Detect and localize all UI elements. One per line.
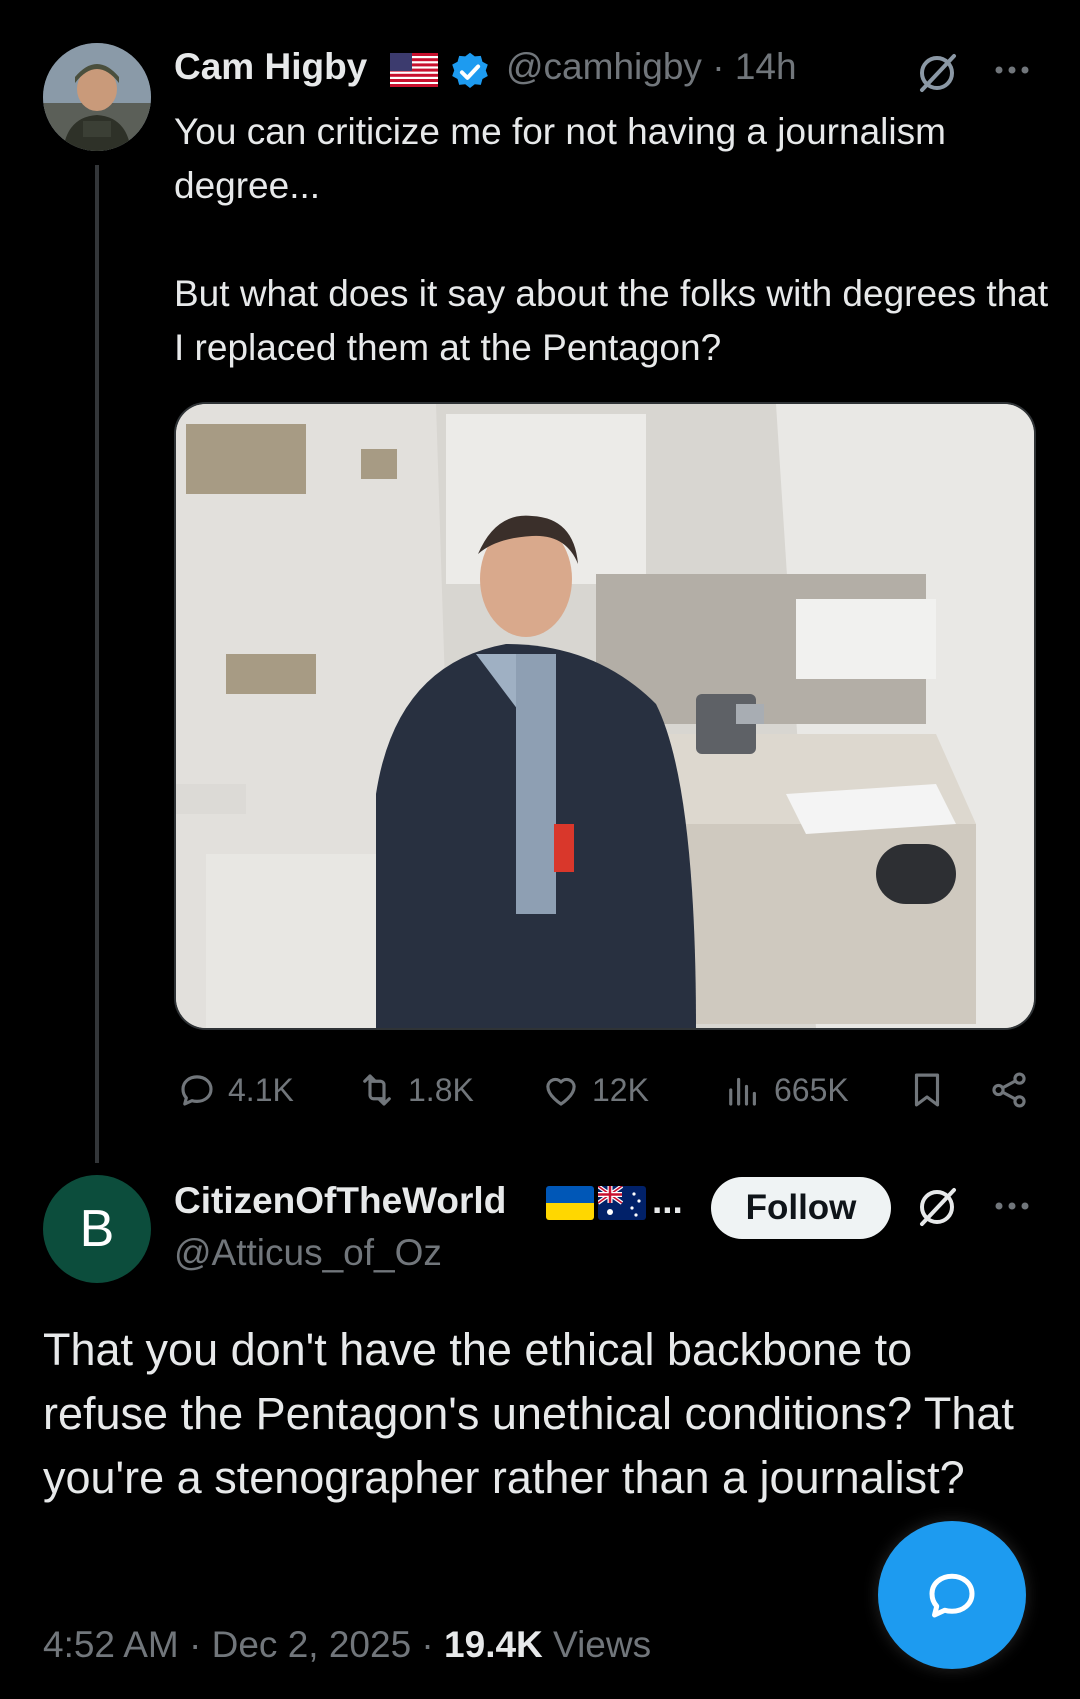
more-options-icon[interactable]: [990, 50, 1034, 90]
follow-button[interactable]: Follow: [711, 1177, 891, 1239]
share-icon: [992, 1072, 1026, 1108]
repost-button[interactable]: 1.8K: [356, 1065, 474, 1115]
reply-author-avatar[interactable]: B: [43, 1175, 151, 1283]
share-button[interactable]: [988, 1065, 1040, 1115]
bookmark-icon: [914, 1073, 940, 1107]
reply-author-handle[interactable]: @Atticus_of_Oz: [174, 1232, 442, 1274]
views-count: 665K: [774, 1071, 849, 1108]
separator-dot: ·: [712, 46, 725, 87]
verified-badge-icon[interactable]: [448, 50, 492, 94]
reply-author-name[interactable]: CitizenOfTheWorld: [174, 1180, 506, 1222]
reply-bubble-icon: [929, 1573, 975, 1618]
repost-count: 1.8K: [408, 1071, 474, 1108]
reply-text: That you don't have the ethical backbone…: [43, 1324, 1014, 1503]
author-name[interactable]: Cam Higby: [174, 46, 367, 88]
time-ago[interactable]: 14h: [735, 46, 797, 87]
tweet-photo[interactable]: [174, 402, 1036, 1030]
repost-icon: [363, 1074, 391, 1106]
compose-reply-button[interactable]: [878, 1521, 1026, 1669]
author-avatar[interactable]: [43, 43, 151, 151]
author-handle[interactable]: @camhigby: [506, 46, 702, 87]
views-button[interactable]: 665K: [722, 1065, 849, 1115]
like-count: 12K: [592, 1071, 649, 1108]
grok-icon[interactable]: [914, 50, 960, 96]
reply-views-label: Views: [542, 1624, 652, 1665]
bookmark-button[interactable]: [906, 1065, 958, 1115]
reply-metadata: 4:52 AM · Dec 2, 2025 · 19.4K Views: [43, 1624, 651, 1666]
avatar-letter: B: [79, 1200, 115, 1258]
reply-views-count: 19.4K: [444, 1624, 543, 1665]
name-truncation-ellipsis: ...: [652, 1180, 683, 1221]
like-icon: [546, 1077, 576, 1106]
tweet-text: You can criticize me for not having a jo…: [174, 111, 1049, 368]
us-flag-icon: [390, 53, 438, 87]
like-button[interactable]: 12K: [540, 1065, 649, 1115]
australia-flag-icon: [596, 1184, 646, 1220]
reply-count: 4.1K: [228, 1071, 294, 1108]
author-handle-and-time[interactable]: @camhigby · 14h: [506, 46, 797, 88]
reply-timestamp[interactable]: 4:52 AM · Dec 2, 2025 ·: [43, 1624, 444, 1665]
thread-connector-line: [95, 165, 99, 1163]
reply-icon: [181, 1075, 213, 1106]
ukraine-flag-icon: [546, 1186, 594, 1220]
more-options-icon[interactable]: [990, 1186, 1034, 1226]
views-icon: [729, 1077, 756, 1106]
reply-button[interactable]: 4.1K: [176, 1065, 294, 1115]
grok-icon[interactable]: [914, 1184, 960, 1230]
